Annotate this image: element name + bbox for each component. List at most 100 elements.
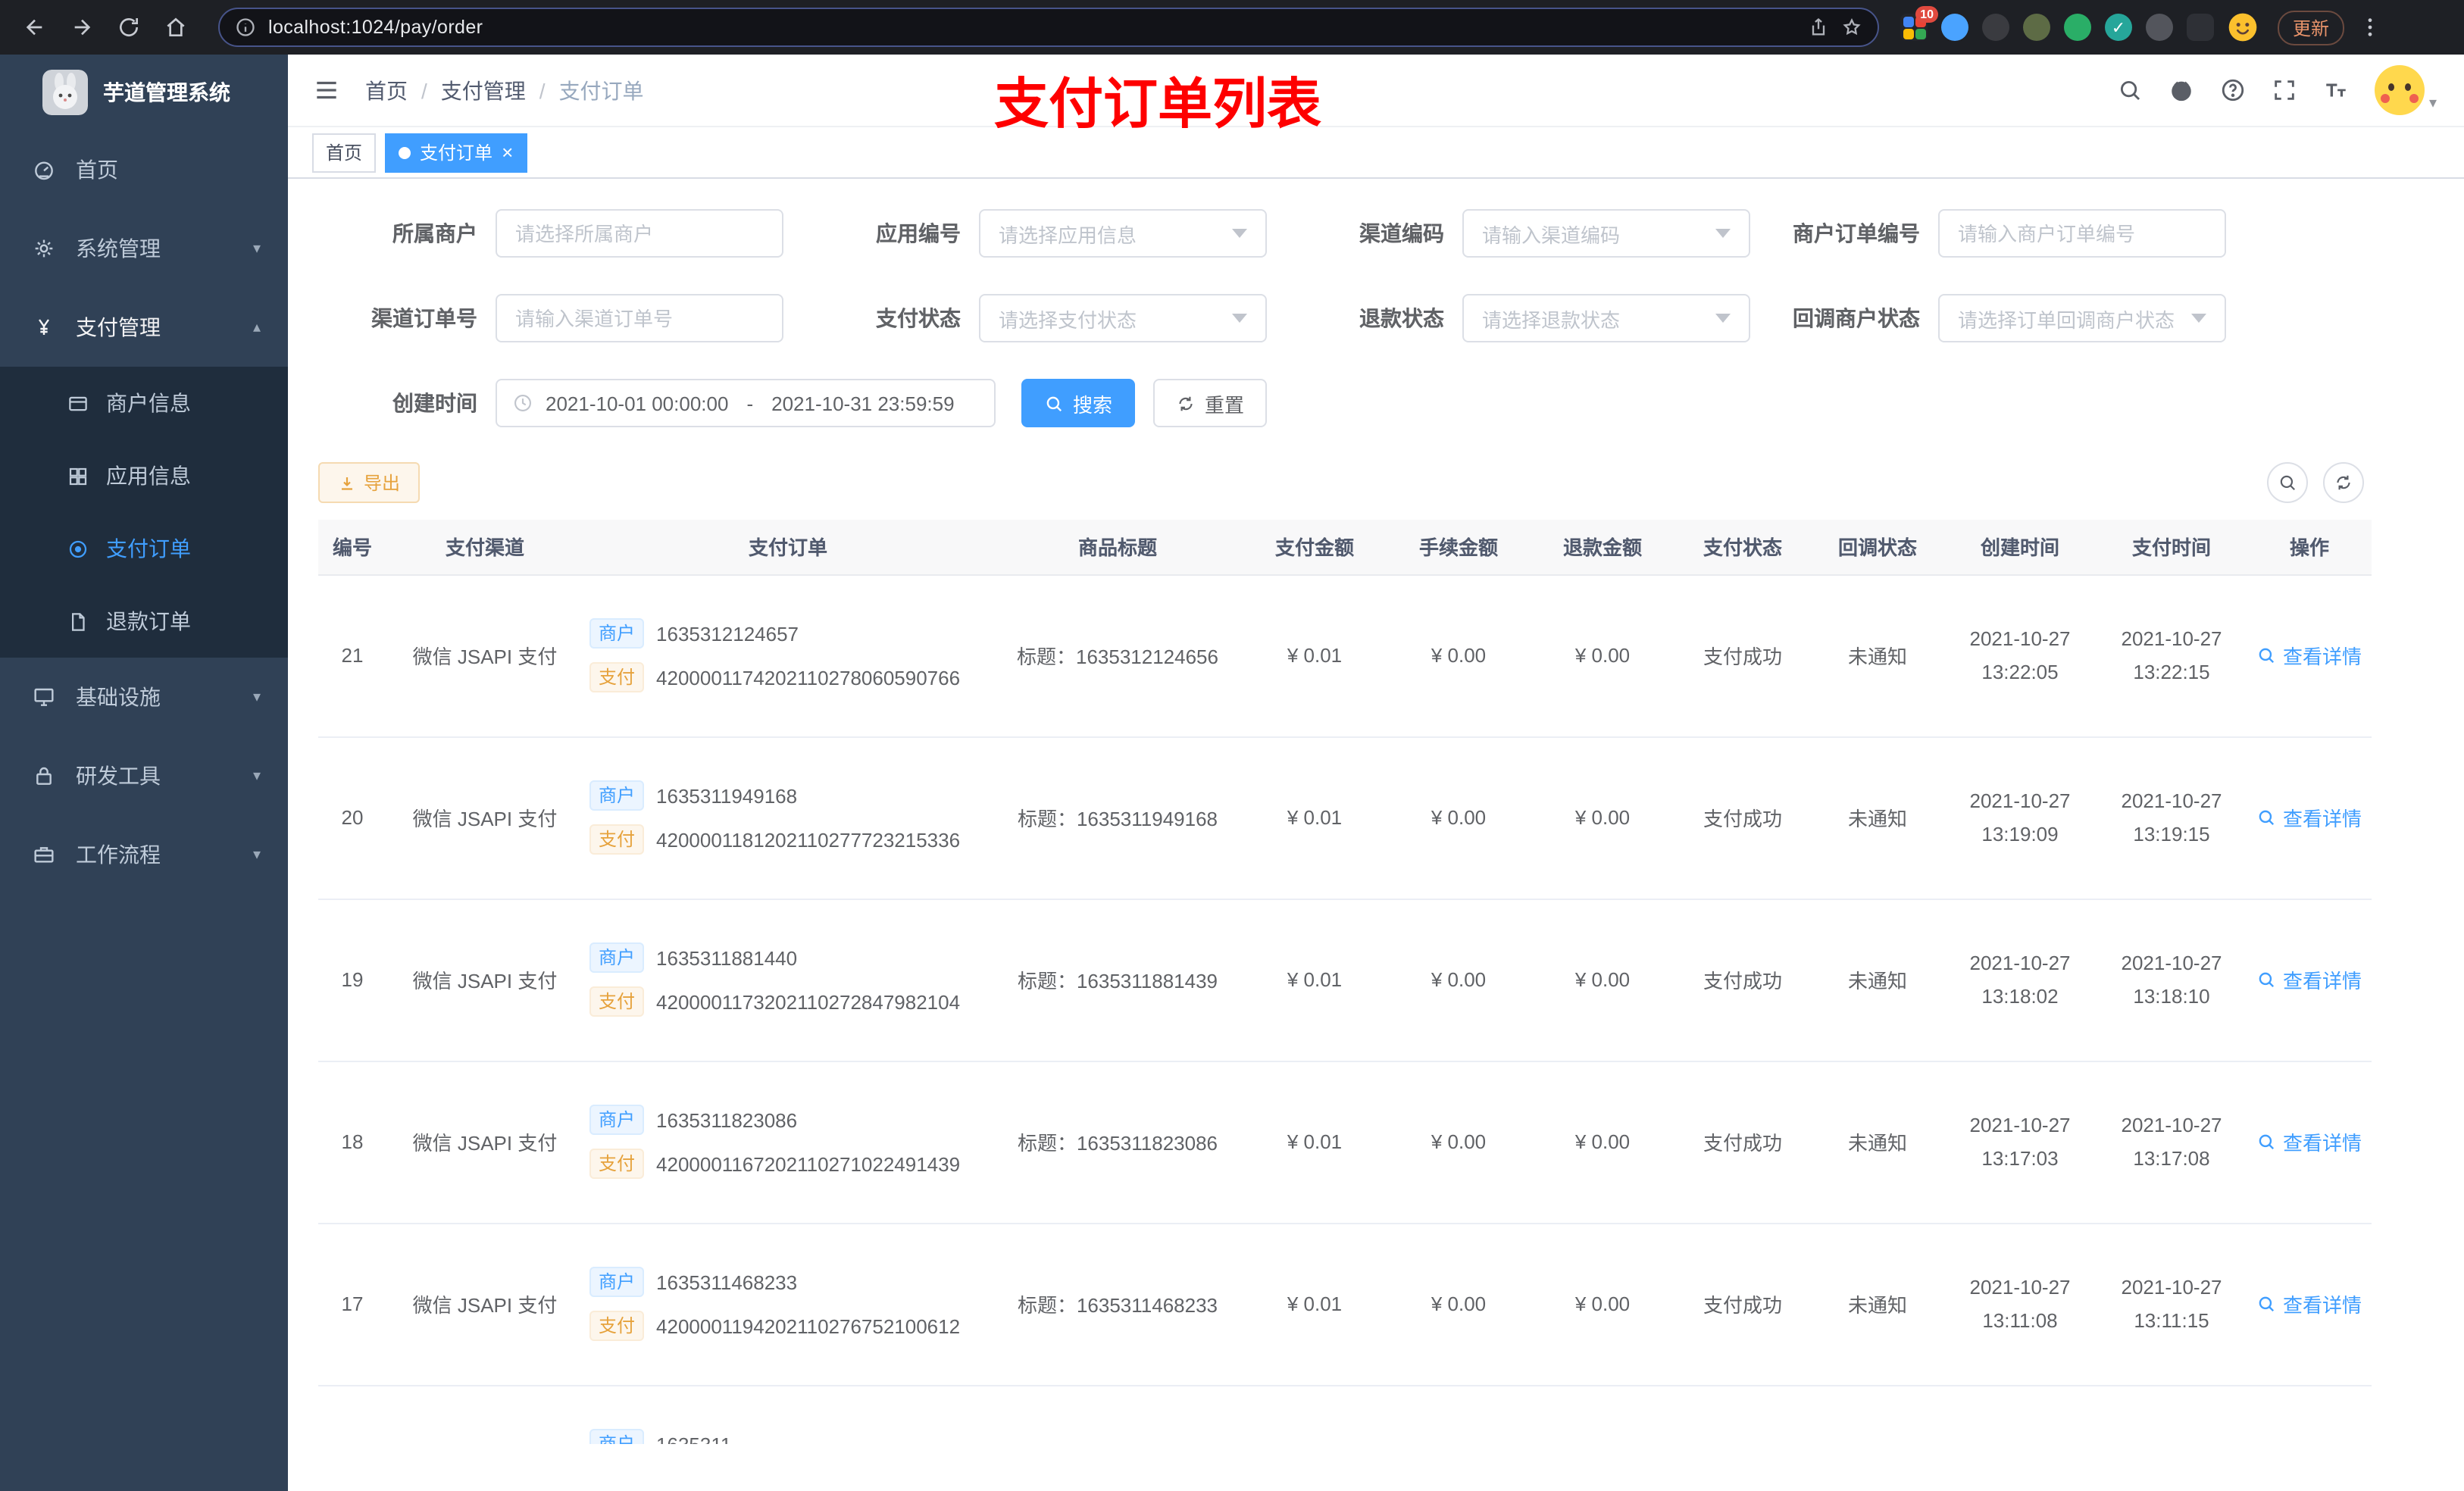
col-pay-status: 支付状态	[1674, 520, 1811, 575]
browser-update-button[interactable]: 更新	[2278, 10, 2345, 45]
extension-icon-5[interactable]	[2064, 14, 2091, 41]
cell-id: 20	[318, 736, 386, 899]
view-detail-link[interactable]: 查看详情	[2257, 803, 2362, 832]
merchant-tag: 商户	[589, 942, 645, 973]
pay-status-select[interactable]: 请选择支付状态	[979, 294, 1267, 342]
channel-code-select[interactable]: 请输入渠道编码	[1462, 209, 1750, 258]
user-avatar[interactable]	[2374, 65, 2425, 115]
date-separator: -	[746, 392, 754, 414]
cell-title: 标题：1635311468233	[993, 1223, 1243, 1386]
refund-status-select[interactable]: 请选择退款状态	[1462, 294, 1750, 342]
sidebar-item-payment[interactable]: 支付管理 ▴	[0, 288, 288, 367]
merchant-order-no: 1635311949168	[656, 784, 798, 807]
view-detail-link[interactable]: 查看详情	[2257, 965, 2362, 994]
tab-pay-order[interactable]: 支付订单 ×	[385, 133, 527, 172]
merchant-filter-input[interactable]	[496, 209, 783, 258]
cell-id: 19	[318, 899, 386, 1061]
reset-button[interactable]: 重置	[1153, 379, 1268, 427]
cell-pay-status: 支付成功	[1674, 736, 1811, 899]
sidebar-item-refund-order[interactable]: 退款订单	[0, 585, 288, 658]
cell-pay-status: 支付成功	[1674, 899, 1811, 1061]
fullscreen-icon[interactable]	[2272, 77, 2297, 103]
cell-amount: ¥ 0.01	[1243, 736, 1387, 899]
reload-icon[interactable]	[109, 8, 149, 47]
site-info-icon[interactable]	[235, 17, 256, 38]
channel-order-no-input[interactable]	[496, 294, 783, 342]
search-icon[interactable]	[2117, 77, 2143, 103]
bookmark-star-icon[interactable]	[1841, 17, 1862, 38]
extension-icon-6[interactable]: ✓	[2105, 14, 2132, 41]
chevron-down-icon: ▾	[252, 240, 261, 257]
cell-order: 商户 1635311881440 支付 42000011732021102728…	[583, 899, 993, 1061]
refresh-button[interactable]	[2323, 462, 2364, 503]
view-detail-link[interactable]: 查看详情	[2257, 1127, 2362, 1156]
address-bar[interactable]: localhost:1024/pay/order	[218, 8, 1879, 47]
sidebar-toggle-icon[interactable]	[312, 76, 341, 105]
sidebar-item-pay-order[interactable]: 支付订单	[0, 512, 288, 585]
sidebar-item-infra[interactable]: 基础设施 ▾	[0, 658, 288, 736]
cell-channel: 微信 JSAPI 支付	[386, 574, 583, 737]
font-size-icon[interactable]	[2323, 77, 2349, 103]
cell-notify-status	[1811, 1385, 1944, 1444]
close-icon[interactable]: ×	[502, 142, 513, 162]
cell-refund: ¥ 0.00	[1531, 574, 1674, 737]
logo-avatar	[42, 70, 88, 115]
cell-create-time: 2021-10-27 13:17:03	[1944, 1061, 2096, 1224]
export-button[interactable]: 导出	[318, 462, 421, 503]
browser-menu-icon[interactable]	[2358, 15, 2382, 39]
sidebar-item-workflow[interactable]: 工作流程 ▾	[0, 815, 288, 894]
sidebar-item-merchant-info[interactable]: 商户信息	[0, 367, 288, 439]
cell-actions: 查看详情	[2247, 899, 2372, 1061]
extension-icon-1[interactable]: 10	[1900, 6, 1938, 41]
home-icon[interactable]	[156, 8, 195, 47]
channel-order-no: 4200001174202110278060590766	[656, 666, 961, 689]
url-text[interactable]: localhost:1024/pay/order	[268, 17, 1796, 38]
toggle-search-button[interactable]	[2267, 462, 2308, 503]
sidebar-item-home[interactable]: 首页	[0, 130, 288, 209]
date-end[interactable]: 2021-10-31 23:59:59	[771, 392, 954, 414]
app-filter-select[interactable]: 请选择应用信息	[979, 209, 1267, 258]
share-icon[interactable]	[1808, 17, 1829, 38]
breadcrumb-pay-manage[interactable]: 支付管理	[441, 75, 526, 105]
view-detail-link[interactable]: 查看详情	[2257, 1289, 2362, 1318]
sidebar-item-system[interactable]: 系统管理 ▾	[0, 209, 288, 288]
merchant-order-no: 1635312124657	[656, 622, 799, 645]
channel-order-no: 4200001167202110271022491439	[656, 1152, 961, 1175]
cell-actions	[2247, 1385, 2372, 1444]
question-icon[interactable]	[2220, 77, 2246, 103]
create-time-range-picker[interactable]: 2021-10-01 00:00:00 - 2021-10-31 23:59:5…	[496, 379, 996, 427]
merchant-order-no: 1635311881440	[656, 946, 798, 969]
filter-form: 所属商户 应用编号 请选择应用信息 渠道编码 请输入渠道编码 商户订单编号 渠道…	[318, 209, 2434, 342]
user-menu[interactable]: ▾	[2374, 65, 2437, 115]
cell-fee	[1387, 1385, 1531, 1444]
search-button[interactable]: 搜索	[1021, 379, 1136, 427]
extension-icon-7[interactable]	[2146, 14, 2173, 41]
sidebar-item-app-info[interactable]: 应用信息	[0, 439, 288, 512]
browser-profile-avatar[interactable]	[2228, 12, 2258, 42]
tab-home[interactable]: 首页	[312, 133, 377, 172]
cell-notify-status: 未通知	[1811, 1223, 1944, 1386]
refresh-icon	[1179, 395, 1193, 411]
document-icon	[72, 612, 85, 630]
notify-status-select[interactable]: 请选择订单回调商户状态	[1938, 294, 2226, 342]
sidebar-item-devtools[interactable]: 研发工具 ▾	[0, 736, 288, 815]
view-detail-link[interactable]: 查看详情	[2257, 641, 2362, 670]
channel-order-no: 4200001181202110277723215336	[656, 828, 961, 851]
github-icon[interactable]	[2169, 77, 2194, 103]
cell-id: 21	[318, 574, 386, 737]
col-pay-time: 支付时间	[2096, 520, 2247, 575]
extension-icon-2[interactable]	[1941, 14, 1968, 41]
extension-icon-4[interactable]	[2023, 14, 2050, 41]
breadcrumb-home[interactable]: 首页	[365, 75, 408, 105]
extension-icon-8[interactable]	[2187, 14, 2214, 41]
cell-channel: 微信 JSAPI 支付	[386, 736, 583, 899]
col-actions: 操作	[2247, 520, 2372, 575]
merchant-tag: 商户	[589, 1429, 645, 1444]
cell-channel: 微信 JSAPI 支付	[386, 1061, 583, 1224]
cell-create-time: 2021-10-27 13:11:08	[1944, 1223, 2096, 1386]
date-start[interactable]: 2021-10-01 00:00:00	[546, 392, 728, 414]
extension-icon-3[interactable]	[1982, 14, 2009, 41]
forward-icon[interactable]	[62, 8, 102, 47]
back-icon[interactable]	[15, 8, 55, 47]
merchant-order-no-input[interactable]	[1938, 209, 2226, 258]
